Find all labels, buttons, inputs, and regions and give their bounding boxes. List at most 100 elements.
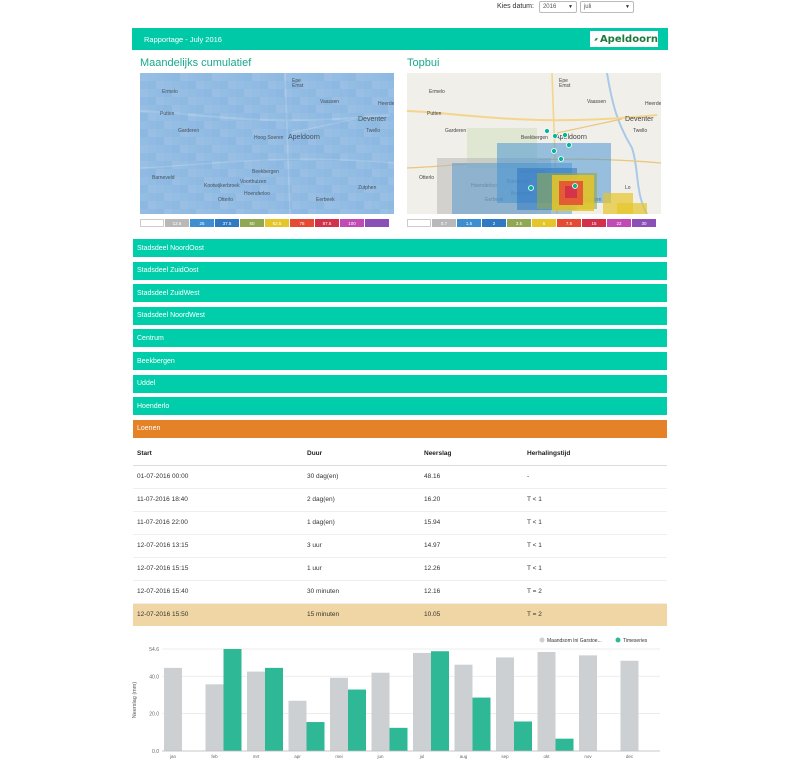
district-item[interactable]: Beekbergen: [133, 352, 667, 370]
bar[interactable]: [348, 689, 366, 751]
column-header-start: Start: [133, 443, 303, 466]
table-cell: T < 1: [523, 556, 667, 580]
table-row[interactable]: 12-07-2016 15:50 15 minuten 10.05 T = 2: [133, 602, 667, 626]
bar[interactable]: [330, 677, 348, 751]
legend-swatch: 2: [482, 219, 506, 227]
district-item[interactable]: Uddel: [133, 374, 667, 393]
table-cell: 01-07-2016 00:00: [133, 464, 303, 488]
table-cell: 48.16: [420, 464, 523, 488]
map-place-label: Otterlo: [419, 175, 434, 181]
district-item[interactable]: Stadsdeel NoordWest: [133, 306, 667, 325]
column-header-duur: Duur: [303, 443, 420, 466]
legend-swatch: 15: [582, 219, 606, 227]
bar[interactable]: [454, 664, 473, 751]
x-tick-label: apr: [294, 754, 301, 759]
cumulative-map-legend: 12.5 25 37.5 50 62.5 75 87.5 100: [140, 219, 389, 227]
x-tick-label: jul: [419, 754, 425, 759]
bar[interactable]: [389, 727, 408, 751]
legend-swatch: 62.5: [265, 219, 289, 227]
bar[interactable]: [555, 738, 574, 751]
chevron-down-icon: ▼: [568, 3, 573, 10]
map-place-label: Lo: [625, 185, 631, 191]
bar[interactable]: [288, 700, 307, 751]
district-item[interactable]: Stadsdeel NoordOost: [133, 239, 667, 257]
map-place-label: Beekbergen: [521, 135, 548, 141]
legend-swatch: 37.5: [215, 219, 239, 227]
legend-label[interactable]: Timeseries: [623, 638, 648, 644]
table-cell: T = 2: [523, 602, 667, 626]
report-title: Rapportage - July 2016: [144, 34, 222, 44]
table-row[interactable]: 12-07-2016 15:40 30 minuten 12.16 T = 2: [133, 579, 667, 603]
date-picker-label: Kies datum:: [497, 3, 534, 10]
station-marker[interactable]: [552, 133, 558, 139]
bar[interactable]: [496, 657, 514, 751]
month-select[interactable]: juli ▼: [579, 0, 634, 13]
bar[interactable]: [265, 667, 283, 751]
cumulative-map[interactable]: Epe Emst Vaassen Heerde Ermelo Putten Garderen…: [140, 73, 394, 214]
table-row[interactable]: 12-07-2016 13:15 3 uur 14.97 T < 1: [133, 533, 667, 557]
station-marker[interactable]: [551, 148, 557, 154]
bar[interactable]: [247, 671, 265, 751]
map-place-label: Putten: [427, 111, 442, 117]
table-row[interactable]: 11-07-2016 18:40 2 dag(en) 16.20 T < 1: [133, 487, 667, 511]
map-place-label: Twello: [633, 128, 647, 134]
bar[interactable]: [164, 667, 182, 751]
table-header-row: Start Duur Neerslag Herhalingstijd: [133, 443, 667, 466]
bar[interactable]: [620, 660, 639, 751]
table-cell: 14.97: [420, 533, 523, 557]
legend-label[interactable]: Maandsom Ini Garstoe...: [547, 638, 602, 644]
legend-swatch: 12.5: [165, 219, 189, 227]
table-cell: 12-07-2016 15:40: [133, 579, 303, 603]
station-marker[interactable]: [544, 128, 550, 134]
station-marker[interactable]: [558, 156, 564, 162]
bar[interactable]: [413, 652, 431, 751]
bar[interactable]: [371, 672, 390, 751]
table-cell: -: [523, 464, 667, 488]
table-cell: 3 uur: [303, 533, 420, 557]
station-marker[interactable]: [572, 183, 578, 189]
table-cell: 12-07-2016 15:50: [133, 602, 303, 626]
rain-events-table: Start Duur Neerslag Herhalingstijd 01-07…: [133, 443, 667, 626]
legend-marker: [539, 637, 545, 643]
legend-marker: [615, 637, 621, 643]
bar[interactable]: [431, 651, 449, 751]
x-tick-label: okt: [543, 754, 550, 759]
bar[interactable]: [205, 684, 224, 751]
y-tick-label: 0.0: [152, 749, 159, 755]
bar[interactable]: [306, 722, 325, 751]
legend-swatch: [365, 219, 389, 227]
column-header-neerslag: Neerslag: [420, 443, 523, 466]
legend-swatch: 1.5: [457, 219, 481, 227]
legend-swatch: 22: [607, 219, 631, 227]
bar[interactable]: [579, 655, 597, 751]
table-cell: 12.26: [420, 556, 523, 580]
station-marker[interactable]: [528, 185, 534, 191]
station-marker[interactable]: [562, 132, 568, 138]
bar[interactable]: [472, 697, 491, 751]
leaf-icon: [594, 37, 598, 41]
table-row[interactable]: 11-07-2016 22:00 1 dag(en) 15.94 T < 1: [133, 510, 667, 534]
bar[interactable]: [514, 721, 532, 751]
y-tick-label: 20.0: [149, 712, 159, 718]
district-item[interactable]: Stadsdeel ZuidWest: [133, 284, 667, 303]
district-item[interactable]: Loenen: [133, 419, 667, 438]
table-row[interactable]: 12-07-2016 15:15 1 uur 12.26 T < 1: [133, 556, 667, 580]
district-item[interactable]: Stadsdeel ZuidOost: [133, 261, 667, 280]
table-row[interactable]: 01-07-2016 00:00 30 dag(en) 48.16-: [133, 464, 667, 488]
legend-swatch: 7.5: [557, 219, 581, 227]
apeldoorn-logo: Apeldoorn: [590, 31, 658, 47]
year-select[interactable]: 2016 ▼: [538, 0, 577, 13]
district-item[interactable]: Hoenderlo: [133, 397, 667, 416]
table-cell: T < 1: [523, 533, 667, 557]
table-cell: 2 dag(en): [303, 487, 420, 511]
x-tick-label: jan: [169, 754, 177, 759]
topbui-map-title: Topbui: [407, 57, 440, 69]
cumulative-map-title: Maandelijks cumulatief: [140, 57, 252, 69]
table-cell: 12.16: [420, 579, 523, 603]
bar[interactable]: [537, 651, 556, 751]
station-marker[interactable]: [566, 142, 572, 148]
topbui-map[interactable]: Epe Emst Vaassen Heerde Ermelo Putten Garderen…: [407, 73, 661, 214]
x-tick-label: sep: [501, 754, 509, 759]
bar[interactable]: [223, 649, 242, 751]
district-item[interactable]: Centrum: [133, 329, 667, 348]
